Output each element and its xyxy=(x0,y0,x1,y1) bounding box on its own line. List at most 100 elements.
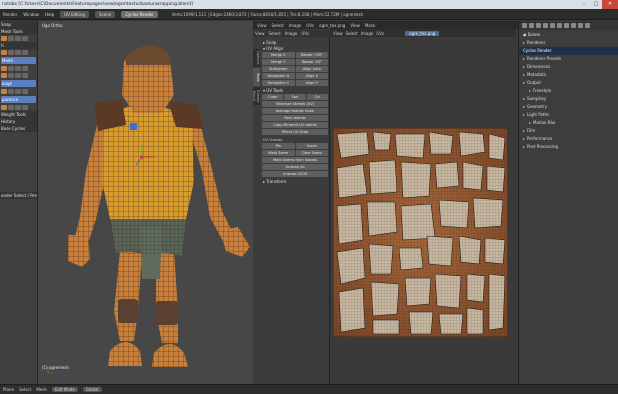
align-button[interactable]: Straighten Y xyxy=(262,80,295,86)
strip-select[interactable]: Select xyxy=(272,23,284,28)
menu-render[interactable]: Render xyxy=(3,12,17,17)
menu-window[interactable]: Window xyxy=(23,12,39,17)
strip-image[interactable]: Image xyxy=(289,23,302,28)
tool-icon[interactable] xyxy=(15,50,21,55)
align-button[interactable]: Merge Y xyxy=(262,59,295,65)
cylinder-project-button[interactable]: Cyl xyxy=(306,94,328,100)
tool-icon[interactable] xyxy=(8,89,14,94)
constraints-tab-icon[interactable] xyxy=(557,23,562,28)
property-panel-row[interactable]: ▸ Geometry xyxy=(519,103,618,111)
toolshelf-item[interactable]: Snap xyxy=(0,21,37,28)
align-button[interactable]: Align Y xyxy=(295,80,328,86)
uv-editor-image[interactable]: Image xyxy=(361,31,374,36)
mark-seam-button[interactable]: Mark Seam xyxy=(262,150,295,156)
pack-islands-button[interactable]: Pack Islands xyxy=(262,115,328,121)
world-tab-icon[interactable] xyxy=(543,23,548,28)
tool-icon[interactable] xyxy=(22,105,28,110)
view-menu[interactable]: Plane xyxy=(3,387,14,392)
toolshelf-item[interactable]: Mesh Tools xyxy=(0,28,37,35)
align-button[interactable]: Merge X xyxy=(262,52,295,58)
mirror-uv-snap-button[interactable]: Mirror UV Snap xyxy=(262,129,328,135)
scene-selector[interactable]: Scene xyxy=(95,10,116,18)
tab-tools[interactable]: Tools xyxy=(253,68,260,86)
minimize-button[interactable]: – xyxy=(578,0,590,9)
pin-button[interactable]: Pin xyxy=(262,143,295,149)
uv-image-editor[interactable] xyxy=(330,37,516,384)
scene-tab-icon[interactable] xyxy=(536,23,541,28)
align-button[interactable]: Straighten xyxy=(262,66,295,72)
strip-mask[interactable]: Mask xyxy=(365,23,375,28)
tool-icon[interactable] xyxy=(22,50,28,55)
data-tab-icon[interactable] xyxy=(571,23,576,28)
close-button[interactable]: ✕ xyxy=(602,0,618,9)
toolshelf-item[interactable]: Weight Tools xyxy=(0,111,37,118)
uvhead-select[interactable]: Select xyxy=(269,30,281,37)
tool-icon[interactable] xyxy=(22,66,28,71)
tool-icon[interactable] xyxy=(8,50,14,55)
property-panel-row[interactable]: ▸ Metadata xyxy=(519,71,618,79)
unwrap-lscm-button[interactable]: Unwrap LSCM xyxy=(262,171,328,177)
tool-icon[interactable] xyxy=(15,73,21,78)
property-panel-row[interactable]: ▸ Motion Blur xyxy=(519,119,618,127)
property-panel-row[interactable]: ▸ Dimensions xyxy=(519,63,618,71)
uvhead-view[interactable]: View xyxy=(255,30,265,37)
tool-icon[interactable] xyxy=(8,105,14,110)
unwrap-all-button[interactable]: Unwrap All xyxy=(262,164,328,170)
toolshelf-item[interactable]: parence xyxy=(1,96,36,103)
property-panel-row[interactable]: ▸ Sampling xyxy=(519,95,618,103)
ogre-mesh[interactable] xyxy=(38,21,253,384)
uv-editor-uvs[interactable]: UVs xyxy=(376,31,384,36)
toolshelf-item[interactable]: Base Cycles xyxy=(0,125,37,132)
mesh-menu[interactable]: Mesh xyxy=(36,387,47,392)
uv-editor-view[interactable]: View xyxy=(333,31,343,36)
mark-seams-from-islands-button[interactable]: Mark Seams from Islands xyxy=(262,157,328,163)
tool-icon[interactable] xyxy=(15,36,21,41)
maximize-button[interactable]: □ xyxy=(590,0,602,9)
align-button[interactable]: Align Auto xyxy=(295,66,328,72)
copy-mirrored-uv-button[interactable]: Copy Mirrored UV coords xyxy=(262,122,328,128)
tool-icon[interactable] xyxy=(15,105,21,110)
align-button[interactable]: Rotate -90° xyxy=(295,59,328,65)
uv-texture-map[interactable] xyxy=(333,128,508,337)
align-button[interactable]: Straighten X xyxy=(262,73,295,79)
property-panel-row[interactable]: ▸ Post Processing xyxy=(519,143,618,151)
toolshelf-item[interactable]: Mode xyxy=(1,57,36,64)
average-islands-scale-button[interactable]: Average Islands Scale xyxy=(262,108,328,114)
mode-selector[interactable]: Edit Mode xyxy=(51,387,78,392)
align-button[interactable]: Rotate +90° xyxy=(295,52,328,58)
tool-icon[interactable] xyxy=(8,36,14,41)
tool-icon[interactable] xyxy=(1,66,7,71)
tool-icon[interactable] xyxy=(1,73,7,78)
render-tab-icon[interactable] xyxy=(522,23,527,28)
tool-icon[interactable] xyxy=(22,89,28,94)
strip-view-2[interactable]: View xyxy=(350,23,360,28)
property-panel-row[interactable]: ▸ Renderer xyxy=(519,39,618,47)
strip-image-name[interactable]: ogre_tex.png xyxy=(319,23,345,28)
layout-selector[interactable]: UV Editing xyxy=(60,10,90,18)
object-tab-icon[interactable] xyxy=(550,23,555,28)
3d-viewport[interactable]: Ugo Ortho (1) ogremesh xyxy=(38,21,253,384)
tool-icon[interactable] xyxy=(8,66,14,71)
minimize-stretch-button[interactable]: Minimize Stretch (UV) xyxy=(262,101,328,107)
tool-icon[interactable] xyxy=(1,50,7,55)
select-menu[interactable]: Select xyxy=(19,387,31,392)
tool-icon[interactable] xyxy=(1,89,7,94)
toolshelf-item[interactable]: ange xyxy=(1,80,36,87)
layers-tab-icon[interactable] xyxy=(529,23,534,28)
tool-icon[interactable] xyxy=(8,73,14,78)
pivot-selector[interactable]: Global xyxy=(82,387,102,392)
texture-tab-icon[interactable] xyxy=(585,23,590,28)
tool-icon[interactable] xyxy=(1,36,7,41)
tab-options[interactable]: Options xyxy=(253,49,260,67)
tool-icon[interactable] xyxy=(22,73,28,78)
menu-help[interactable]: Help xyxy=(45,12,54,17)
uv-editor-select[interactable]: Select xyxy=(346,31,358,36)
align-button[interactable]: Align X xyxy=(295,73,328,79)
image-selector[interactable]: ogre_tex.png xyxy=(405,30,440,36)
property-panel-row[interactable]: ▸ Freestyle xyxy=(519,87,618,95)
render-engine-selector[interactable]: Cycles Render xyxy=(121,10,158,18)
cube-project-button[interactable]: Cube xyxy=(262,94,284,100)
property-panel-row[interactable]: ▸ Performance xyxy=(519,135,618,143)
uvhead-uvs[interactable]: UVs xyxy=(301,30,309,37)
tool-icon[interactable] xyxy=(22,36,28,41)
